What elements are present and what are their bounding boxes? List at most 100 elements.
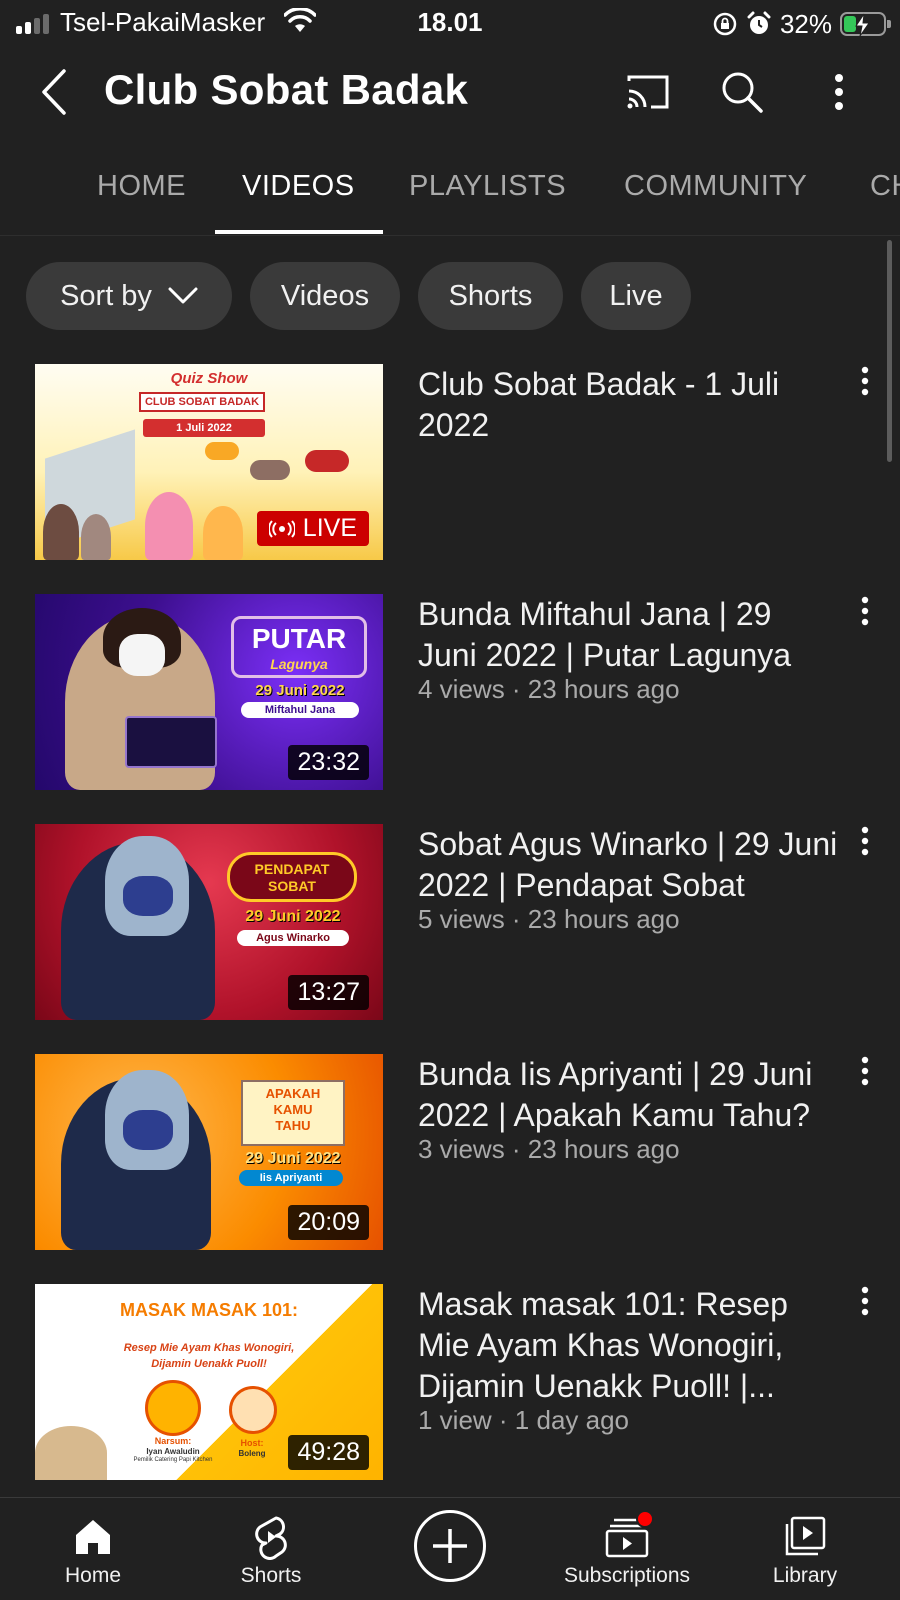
library-icon — [785, 1516, 826, 1556]
channel-header: Club Sobat Badak — [0, 52, 900, 132]
nav-home[interactable]: Home — [8, 1512, 178, 1588]
video-item[interactable]: PUTAR Lagunya 29 Juni 2022 Miftahul Jana… — [0, 594, 900, 794]
thumb-text: 29 Juni 2022 — [245, 1150, 341, 1167]
video-title[interactable]: Bunda Iis Apriyanti | 29 Juni 2022 | Apa… — [418, 1054, 838, 1136]
tab-videos[interactable]: VIDEOS — [242, 170, 355, 203]
thumb-text: TAHU — [275, 1118, 311, 1133]
video-menu-button[interactable] — [850, 826, 880, 870]
nav-subscriptions[interactable]: Subscriptions — [542, 1510, 712, 1588]
alarm-icon — [747, 11, 771, 34]
sort-by-label: Sort by — [60, 279, 152, 312]
thumb-text: Miftahul Jana — [241, 702, 359, 718]
video-stats: 3 views · 23 hours ago — [418, 1134, 680, 1164]
more-vertical-icon — [861, 1286, 869, 1316]
thumb-text: 29 Juni 2022 — [255, 682, 345, 699]
thumb-text: Iyan Awaludin — [146, 1447, 200, 1456]
video-thumbnail[interactable]: PUTAR Lagunya 29 Juni 2022 Miftahul Jana… — [35, 594, 383, 790]
video-thumbnail[interactable]: Quiz Show CLUB SOBAT BADAK 1 Juli 2022 L… — [35, 364, 383, 560]
nav-subscriptions-label: Subscriptions — [563, 1564, 691, 1587]
back-icon — [42, 69, 66, 115]
live-broadcast-icon — [268, 519, 295, 538]
video-duration: 49:28 — [288, 1435, 369, 1470]
status-bar: Tsel-PakaiMasker 18.01 32% — [0, 0, 900, 48]
nav-shorts[interactable]: Shorts — [186, 1512, 356, 1588]
thumb-text: 1 Juli 2022 — [143, 419, 265, 437]
video-title[interactable]: Sobat Agus Winarko | 29 Juni 2022 | Pend… — [418, 824, 838, 906]
chevron-down-icon — [168, 287, 198, 304]
thumb-text: PENDAPAT SOBAT — [227, 852, 357, 902]
video-duration: 13:27 — [288, 975, 369, 1010]
tab-playlists[interactable]: PLAYLISTS — [409, 170, 566, 203]
cast-icon — [627, 75, 669, 109]
thumb-text: Narsum: — [154, 1436, 192, 1446]
video-menu-button[interactable] — [850, 1286, 880, 1330]
shorts-icon — [255, 1516, 287, 1560]
videos-chip[interactable]: Videos — [250, 262, 400, 330]
sort-by-chip[interactable]: Sort by — [26, 262, 232, 330]
video-item[interactable]: MASAK MASAK 101: Resep Mie Ayam Khas Won… — [0, 1284, 900, 1484]
tab-home[interactable]: HOME — [97, 170, 186, 203]
video-thumbnail[interactable]: PENDAPAT SOBAT 29 Juni 2022 Agus Winarko … — [35, 824, 383, 1020]
video-stats: 5 views · 23 hours ago — [418, 904, 680, 934]
video-menu-button[interactable] — [850, 1056, 880, 1100]
video-thumbnail[interactable]: MASAK MASAK 101: Resep Mie Ayam Khas Won… — [35, 1284, 383, 1480]
thumb-text: Resep Mie Ayam Khas Wonogiri, — [123, 1342, 295, 1354]
battery-percent: 32% — [779, 8, 832, 39]
nav-library-label: Library — [772, 1564, 838, 1587]
search-button[interactable] — [714, 64, 770, 120]
thumb-text: Host: — [240, 1438, 264, 1448]
bottom-navigation: Home Shorts Subscriptions Library — [0, 1497, 900, 1600]
live-chip[interactable]: Live — [581, 262, 691, 330]
nav-home-label: Home — [64, 1564, 122, 1587]
more-vertical-icon — [861, 826, 869, 856]
filter-chips: Sort by Videos Shorts Live — [0, 262, 900, 332]
video-thumbnail[interactable]: APAKAH KAMU TAHU 29 Juni 2022 Iis Apriyant… — [35, 1054, 383, 1250]
home-icon — [76, 1520, 110, 1554]
thumb-text: Iis Apriyanti — [239, 1170, 343, 1186]
thumb-text: Boleng — [238, 1449, 266, 1458]
video-item[interactable]: PENDAPAT SOBAT 29 Juni 2022 Agus Winarko … — [0, 824, 900, 1024]
more-options-button[interactable] — [811, 64, 867, 120]
thumb-text: SOBAT — [268, 878, 316, 894]
thumb-text: APAKAH — [265, 1086, 321, 1101]
more-vertical-icon — [861, 366, 869, 396]
thumb-text: Pemilik Catering Papi Kitchen — [133, 1457, 213, 1463]
shorts-chip[interactable]: Shorts — [418, 262, 563, 330]
video-duration: 23:32 — [288, 745, 369, 780]
thumb-text: CLUB SOBAT BADAK — [139, 392, 265, 412]
thumb-text: 29 Juni 2022 — [245, 908, 341, 925]
cast-button[interactable] — [620, 64, 676, 120]
back-button[interactable] — [30, 64, 78, 120]
live-badge: LIVE — [256, 511, 369, 546]
battery-icon — [840, 12, 891, 37]
video-stats: 4 views · 23 hours ago — [418, 674, 680, 704]
thumb-text: Lagunya — [270, 656, 328, 672]
more-vertical-icon — [835, 74, 843, 110]
video-title[interactable]: Club Sobat Badak - 1 Juli 2022 — [418, 364, 838, 446]
create-icon — [433, 1529, 467, 1563]
notification-dot — [636, 1510, 654, 1528]
nav-shorts-label: Shorts — [240, 1564, 302, 1587]
thumb-text: Agus Winarko — [237, 930, 349, 946]
nav-library[interactable]: Library — [720, 1512, 890, 1588]
tab-channels[interactable]: CH — [870, 170, 900, 203]
thumb-text: Quiz Show — [170, 370, 248, 387]
thumb-text: APAKAH KAMU TAHU — [241, 1080, 345, 1146]
video-item[interactable]: Quiz Show CLUB SOBAT BADAK 1 Juli 2022 L… — [0, 364, 900, 564]
video-menu-button[interactable] — [850, 596, 880, 640]
more-vertical-icon — [861, 1056, 869, 1086]
thumb-text: Dijamin Uenakk Puoll! — [151, 1358, 267, 1370]
thumb-text: MASAK MASAK 101: — [119, 1300, 299, 1320]
video-title[interactable]: Bunda Miftahul Jana | 29 Juni 2022 | Put… — [418, 594, 838, 676]
create-button[interactable] — [414, 1510, 486, 1582]
video-item[interactable]: APAKAH KAMU TAHU 29 Juni 2022 Iis Apriyant… — [0, 1054, 900, 1254]
tab-community[interactable]: COMMUNITY — [624, 170, 807, 203]
live-label: LIVE — [302, 514, 357, 542]
video-title[interactable]: Masak masak 101: Resep Mie Ayam Khas Won… — [418, 1284, 838, 1407]
active-tab-indicator — [215, 230, 383, 234]
channel-tabs: HOME VIDEOS PLAYLISTS COMMUNITY CH — [0, 150, 900, 236]
more-vertical-icon — [861, 596, 869, 626]
channel-title: Club Sobat Badak — [104, 66, 469, 113]
thumb-text: KAMU — [273, 1102, 313, 1117]
video-menu-button[interactable] — [850, 366, 880, 410]
